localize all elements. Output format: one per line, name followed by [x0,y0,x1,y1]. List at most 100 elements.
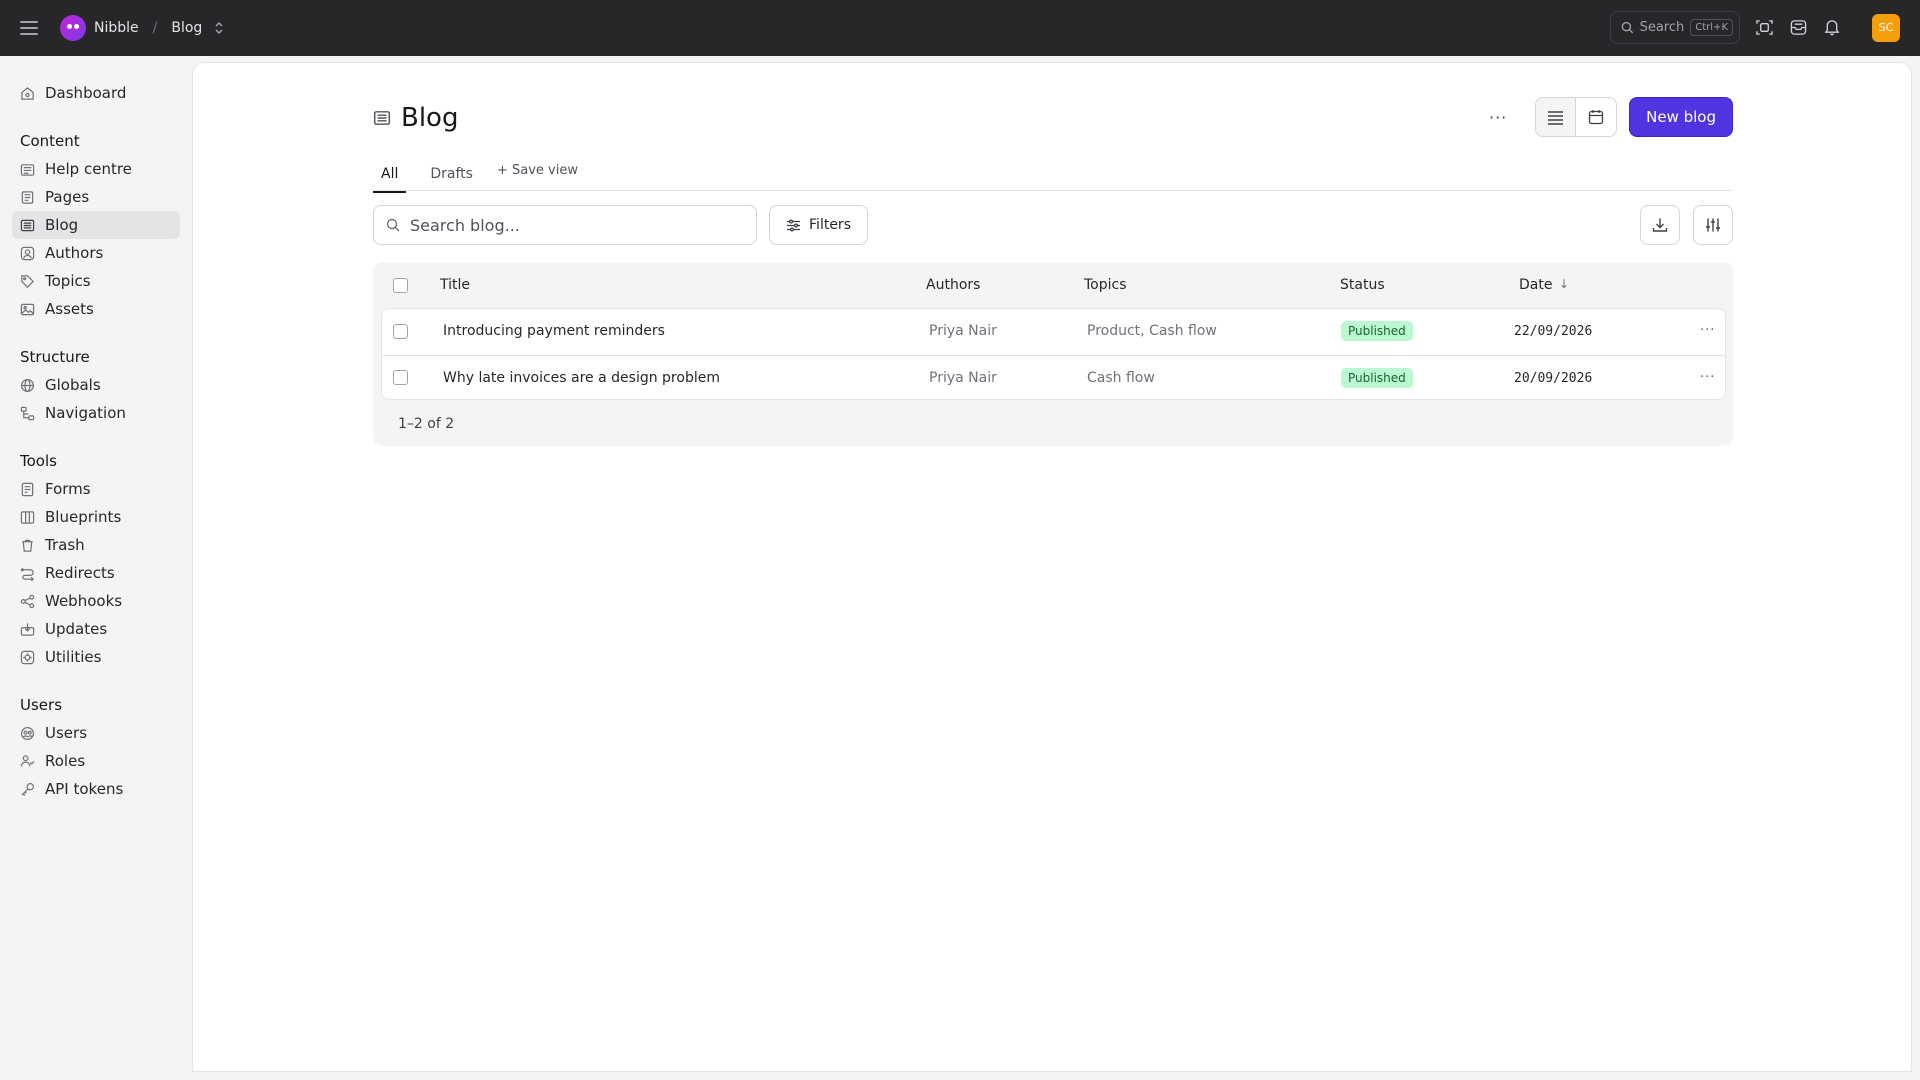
global-search-button[interactable]: Search Ctrl+K [1610,11,1740,44]
breadcrumb-separator: / [152,20,158,36]
sidebar-item-label: Blueprints [45,508,122,526]
main-panel: Blog ··· New blog All Drafts + Save view [192,62,1912,1072]
column-header-authors[interactable]: Authors [926,277,980,293]
section-title-structure: Structure [20,348,90,366]
filters-label: Filters [809,217,851,233]
search-icon [386,218,400,232]
chevron-up-down-icon[interactable] [214,21,224,35]
export-button[interactable] [1640,205,1680,245]
sidebar-item-utilities[interactable]: Utilities [12,643,180,671]
list-view-button[interactable] [1536,98,1577,136]
view-tabs: All Drafts + Save view [373,163,1733,193]
sidebar-item-assets[interactable]: Assets [12,295,180,323]
sidebar-item-label: Authors [45,244,104,262]
sitemap-icon [20,406,35,420]
sidebar-item-label: Webhooks [45,592,123,610]
columns-icon [20,510,35,524]
home-icon [21,86,34,100]
globe-icon [20,378,35,392]
sidebar-item-forms[interactable]: Forms [12,475,180,503]
sidebar-item-api-tokens[interactable]: API tokens [12,775,180,803]
sidebar-item-label: Roles [45,752,86,770]
search-shortcut: Ctrl+K [1690,19,1733,36]
sidebar-item-label: Navigation [45,404,126,422]
sidebar-item-globals[interactable]: Globals [12,371,180,399]
row-date: 20/09/2026 [1514,371,1593,386]
download-icon [1652,218,1668,232]
settings-cog-icon [20,650,35,664]
section-title-users: Users [20,696,63,714]
image-icon [20,303,35,315]
sidebar-item-trash[interactable]: Trash [12,531,180,559]
sort-descending-icon[interactable]: ↓ [1559,277,1569,291]
column-header-topics[interactable]: Topics [1084,277,1127,293]
sidebar-item-blueprints[interactable]: Blueprints [12,503,180,531]
view-toggle [1535,97,1618,137]
redirect-icon [20,567,34,581]
user-role-icon [20,754,35,766]
form-icon [21,482,34,496]
pages-icon [21,190,34,204]
row-actions-button[interactable]: ··· [1700,370,1715,385]
row-checkbox[interactable] [393,370,408,385]
sidebar-item-label: API tokens [45,780,124,798]
bell-icon[interactable] [1822,18,1842,38]
sidebar-item-help-centre[interactable]: Help centre [12,155,180,183]
page-title: Blog [401,103,459,133]
row-title[interactable]: Introducing payment reminders [443,323,665,339]
sidebar-item-authors[interactable]: Authors [12,239,180,267]
column-header-date[interactable]: Date [1519,277,1552,293]
sidebar-item-label: Updates [45,620,108,638]
sidebar-item-pages[interactable]: Pages [12,183,180,211]
search-input[interactable] [410,215,730,235]
column-header-title[interactable]: Title [440,277,470,293]
sidebar-item-label: Pages [45,188,90,206]
search-icon [1621,21,1634,34]
sidebar-item-navigation[interactable]: Navigation [12,399,180,427]
save-view-button[interactable]: + Save view [497,163,578,190]
adjustments-icon [1706,218,1720,232]
select-all-checkbox[interactable] [393,278,408,293]
tab-all[interactable]: All [373,166,407,193]
sidebar-item-topics[interactable]: Topics [12,267,180,295]
breadcrumb-app[interactable]: Nibble [94,20,139,36]
row-date: 22/09/2026 [1514,324,1593,339]
filters-button[interactable]: Filters [769,205,868,245]
sidebar-item-blog[interactable]: Blog [12,211,180,239]
table-row[interactable]: Introducing payment reminders Priya Nair… [382,309,1725,355]
new-blog-button[interactable]: New blog [1629,97,1733,137]
page-header: Blog ··· New blog [373,97,1733,139]
user-avatar[interactable]: SC [1872,13,1900,42]
sliders-icon [787,218,801,232]
top-bar: Nibble / Blog Search Ctrl+K SC [0,0,1920,56]
sidebar-item-users[interactable]: Users [12,719,180,747]
search-field[interactable] [373,205,757,245]
site-preview-icon[interactable] [1754,18,1774,38]
sidebar-item-updates[interactable]: Updates [12,615,180,643]
sidebar-item-redirects[interactable]: Redirects [12,559,180,587]
hamburger-menu-icon[interactable] [20,21,38,35]
column-settings-button[interactable] [1693,205,1733,245]
row-author: Priya Nair [929,370,997,386]
table-header: Title Authors Topics Status Date ↓ [373,262,1733,308]
more-actions-button[interactable]: ··· [1483,102,1513,132]
inbox-icon[interactable] [1788,18,1808,38]
sidebar-item-roles[interactable]: Roles [12,747,180,775]
row-title[interactable]: Why late invoices are a design problem [443,370,720,386]
share-nodes-icon [20,594,35,608]
row-checkbox[interactable] [393,324,408,339]
calendar-view-button[interactable] [1576,98,1616,136]
app-logo[interactable] [60,15,86,41]
row-author: Priya Nair [929,323,997,339]
status-badge: Published [1341,368,1413,388]
users-group-icon [20,726,35,740]
sidebar-item-webhooks[interactable]: Webhooks [12,587,180,615]
row-actions-button[interactable]: ··· [1700,323,1715,338]
collection-icon [20,163,35,176]
breadcrumb-section[interactable]: Blog [171,20,202,36]
table-row[interactable]: Why late invoices are a design problem P… [382,355,1725,401]
tab-drafts[interactable]: Drafts [430,166,473,193]
column-header-status[interactable]: Status [1340,277,1385,293]
row-topics: Cash flow [1087,370,1155,386]
sidebar-item-dashboard[interactable]: Dashboard [12,79,180,107]
